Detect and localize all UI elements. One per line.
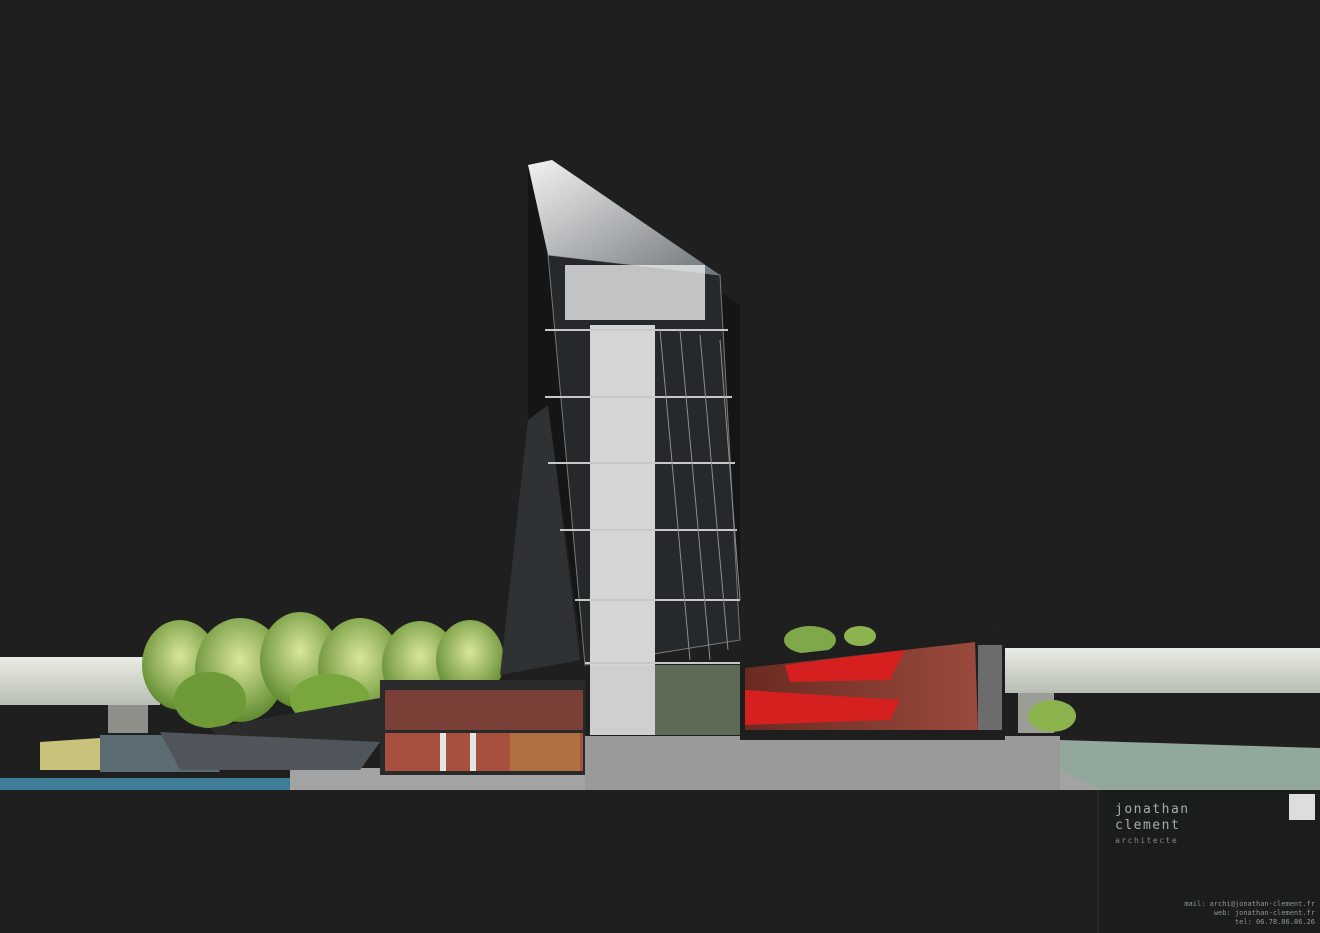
qr-code-icon [1289,794,1315,820]
bridge-left [0,657,160,733]
architect-last-name: clement [1115,818,1181,833]
library-hall-section [380,680,585,775]
architect-role: architecte [1115,836,1179,845]
contact-web: web: jonathan-clement.fr [1213,909,1315,917]
contact-tel: tel: 06.78.86.86.26 [1234,918,1315,926]
contact-mail: mail: archi@jonathan-clement.fr [1184,900,1315,908]
architect-name: jonathan clement [1115,802,1190,834]
architect-first-name: jonathan [1115,802,1190,817]
tower-section [500,160,742,725]
title-block: jonathan clement architecte mail: archi@… [1098,790,1320,933]
auditorium-section [740,630,1005,740]
lobby-atrium [590,665,740,735]
contact-info: mail: archi@jonathan-clement.fr web: jon… [1184,900,1315,927]
